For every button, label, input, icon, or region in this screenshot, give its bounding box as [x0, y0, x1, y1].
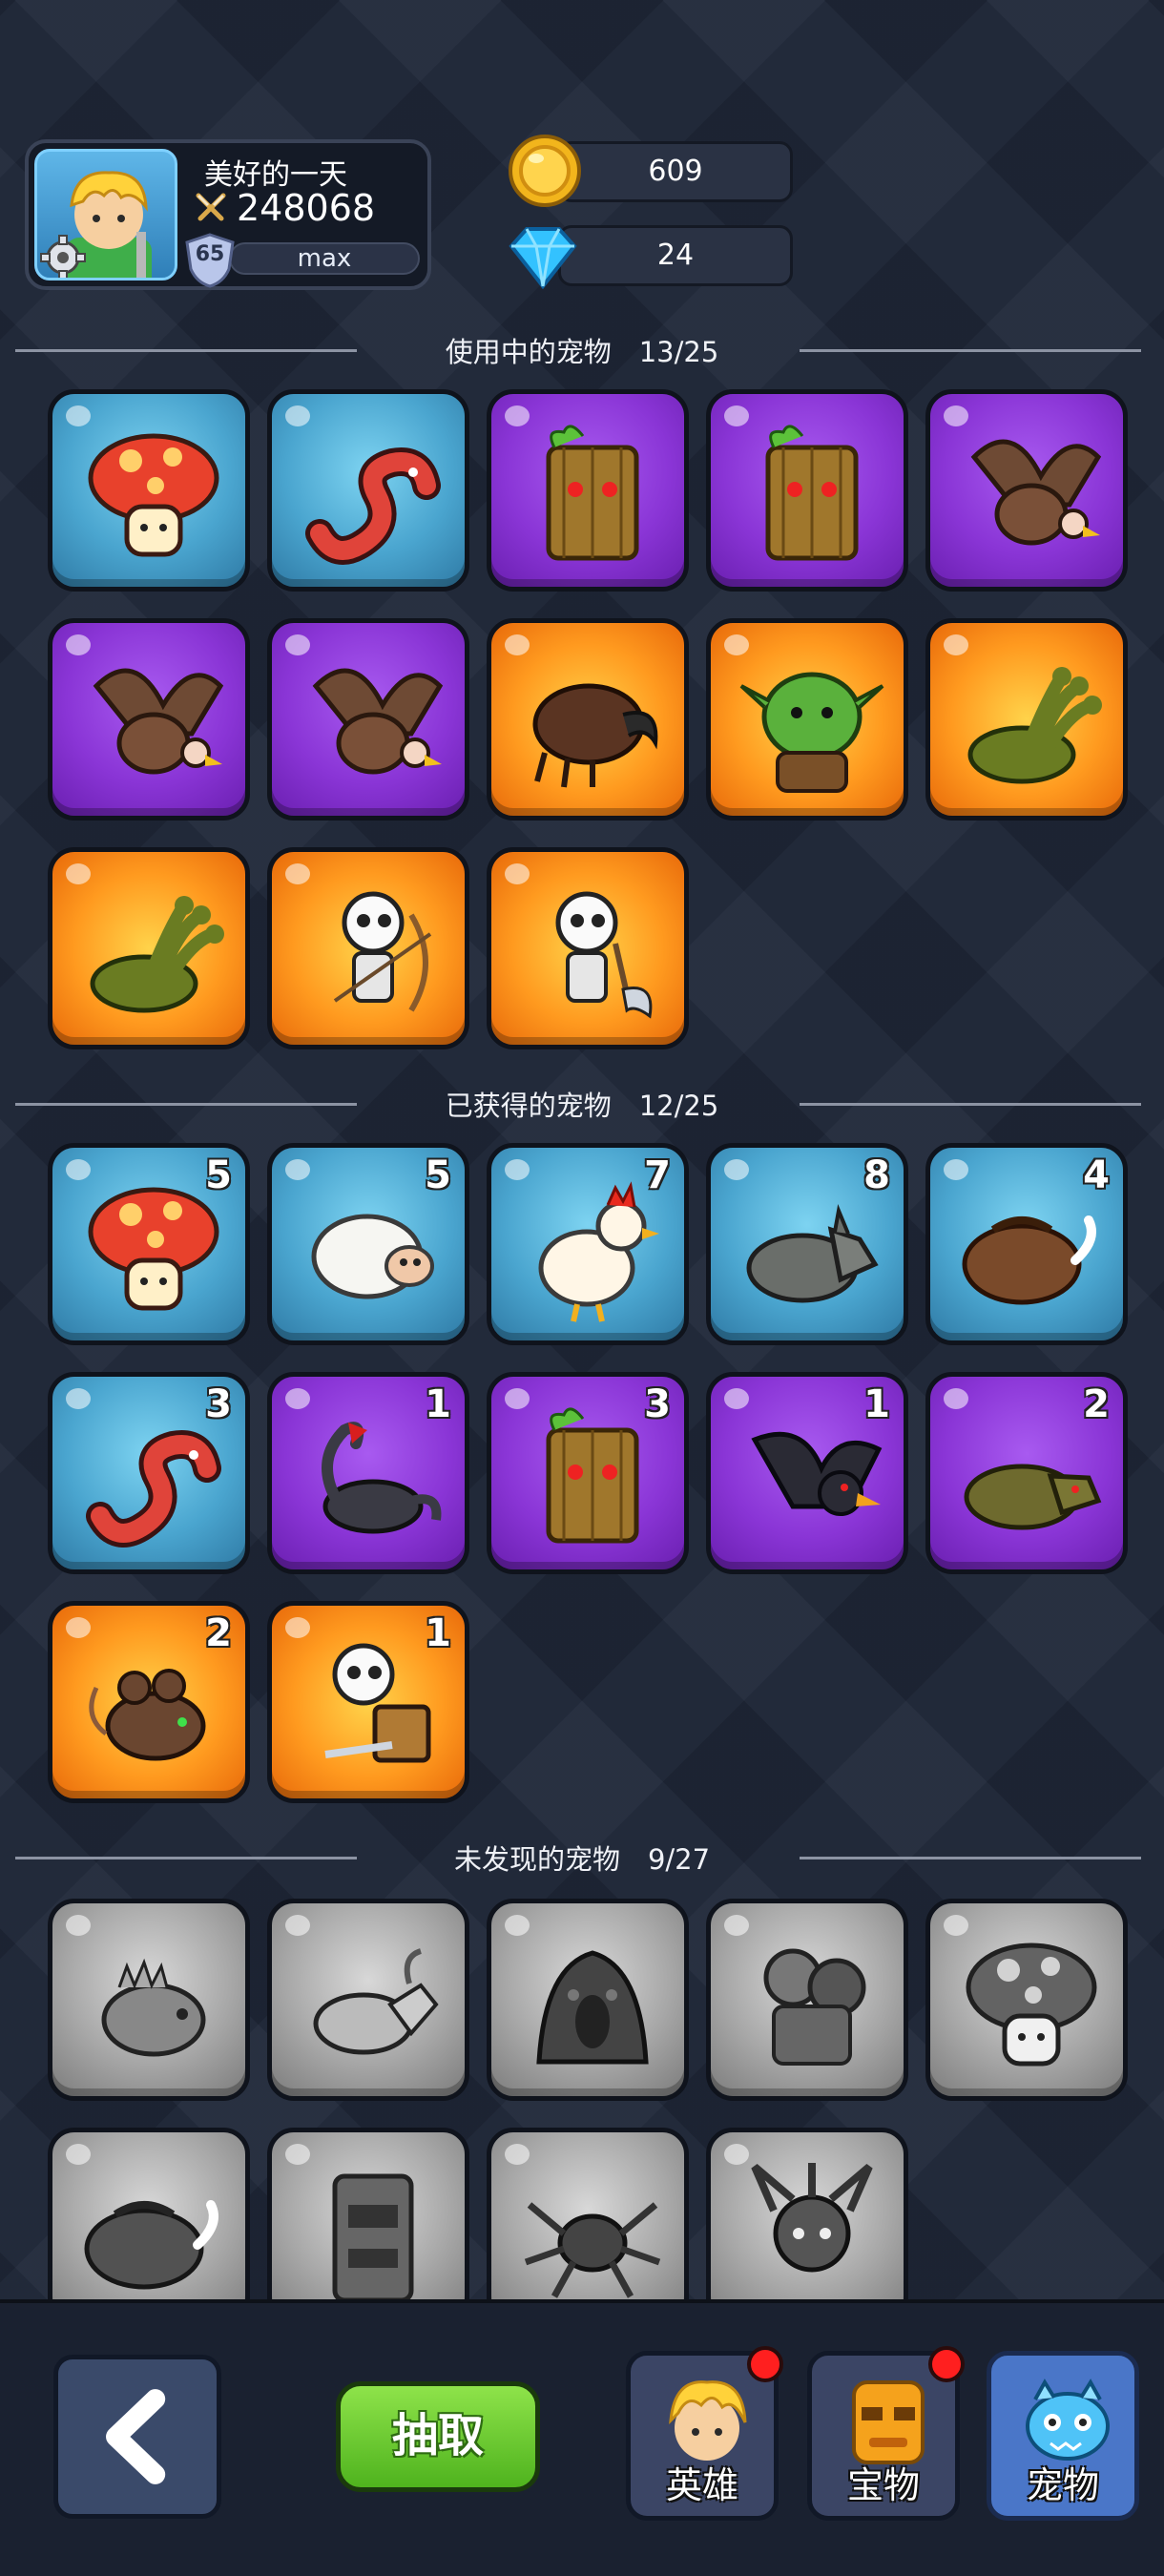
owned-section-header: 已获得的宠物 12/25 [0, 1084, 1164, 1126]
pet-count: 1 [863, 1382, 890, 1426]
gem-value: 24 [656, 239, 695, 272]
worm-icon [305, 447, 441, 565]
pet-tile[interactable]: 5 [267, 1143, 469, 1345]
treasure-notification-badge [928, 2346, 965, 2382]
pet-tile[interactable]: 1 [267, 1372, 469, 1574]
owned-title: 已获得的宠物 12/25 [445, 1090, 719, 1122]
pet-tile[interactable] [487, 847, 689, 1049]
boar-icon [84, 2200, 218, 2290]
pet-tile[interactable]: 7 [487, 1143, 689, 1345]
beetle-icon [532, 683, 658, 788]
gold-value: 609 [648, 155, 703, 188]
gold-coin-icon [509, 135, 581, 207]
spider-icon [524, 2202, 661, 2298]
gold-counter: 609 [558, 141, 793, 202]
nav-treasure-button[interactable]: 宝物 [807, 2346, 965, 2521]
player-profile-card[interactable]: 美好的一天 248068 max 65 [25, 139, 431, 290]
pet-tile[interactable] [925, 1899, 1128, 2101]
pet-tile[interactable] [48, 389, 250, 592]
pet-tile[interactable] [267, 618, 469, 821]
back-button[interactable] [53, 2355, 221, 2519]
in-use-section-header: 使用中的宠物 13/25 [0, 330, 1164, 372]
diamond-gem-icon [509, 227, 577, 290]
player-level: 65 [195, 242, 225, 266]
pet-count: 5 [425, 1153, 451, 1197]
pet-count: 4 [1083, 1153, 1110, 1197]
hero-avatar[interactable] [34, 149, 177, 280]
pet-tile[interactable] [48, 1899, 250, 2101]
pet-tile[interactable]: 3 [48, 1372, 250, 1574]
pet-tile[interactable] [925, 618, 1128, 821]
pet-count: 2 [205, 1611, 232, 1655]
pet-tile[interactable]: 4 [925, 1143, 1128, 1345]
pet-tile[interactable]: 1 [267, 1601, 469, 1803]
skeleton-axe-icon [555, 891, 653, 1019]
pet-tile[interactable]: 5 [48, 1143, 250, 1345]
pet-count: 3 [205, 1382, 232, 1426]
totem-icon [332, 2173, 414, 2303]
pet-tile[interactable] [48, 618, 250, 821]
pet-count: 1 [425, 1611, 451, 1655]
demon-icon [751, 2163, 873, 2273]
combat-power-row: 248068 [195, 187, 375, 229]
undiscovered-title: 未发现的宠物 9/27 [453, 1843, 711, 1876]
lizard-icon [101, 1958, 206, 2057]
pet-tile[interactable] [706, 389, 908, 592]
pet-tile[interactable] [487, 1899, 689, 2101]
vulture-icon [312, 668, 444, 775]
pet-tile[interactable]: 2 [48, 1601, 250, 1803]
crossed-swords-icon [196, 193, 226, 221]
treant-icon [765, 425, 859, 561]
exp-text: max [297, 244, 352, 273]
chevron-left-icon [106, 2389, 166, 2484]
nav-pets-button[interactable]: 宠物 [987, 2351, 1139, 2521]
vulture-icon [93, 668, 224, 775]
pet-tile[interactable] [487, 389, 689, 592]
vulture-icon [970, 439, 1102, 546]
exp-bar: max [229, 242, 420, 275]
nav-treasure-label: 宝物 [846, 2464, 920, 2506]
pet-count: 3 [644, 1382, 671, 1426]
goat-icon [313, 1948, 439, 2055]
draw-button[interactable]: 抽取 [336, 2381, 540, 2492]
treant-icon [546, 425, 639, 561]
nav-heroes-label: 英雄 [665, 2464, 738, 2506]
hero-notification-badge [747, 2346, 783, 2382]
slime-icon [536, 1950, 649, 2065]
nav-heroes-button[interactable]: 英雄 [626, 2346, 783, 2521]
pet-tile[interactable]: 1 [706, 1372, 908, 1574]
pet-tile[interactable] [925, 389, 1128, 592]
pet-tile[interactable] [487, 618, 689, 821]
pet-tile[interactable] [267, 1899, 469, 2101]
nav-pets-label: 宠物 [1026, 2464, 1099, 2506]
hydra-icon [967, 667, 1102, 784]
mushroom-icon [88, 433, 219, 557]
gem-counter: 24 [558, 225, 793, 286]
pet-count: 5 [205, 1153, 232, 1197]
undiscovered-section-header: 未发现的宠物 9/27 [0, 1838, 1164, 1880]
pet-tile[interactable]: 3 [487, 1372, 689, 1574]
pet-tile[interactable]: 2 [925, 1372, 1128, 1574]
pet-count: 7 [644, 1153, 671, 1197]
zombie-icon [763, 1948, 866, 2066]
in-use-title: 使用中的宠物 13/25 [445, 336, 719, 368]
pet-count: 8 [863, 1153, 890, 1197]
pet-tile[interactable] [706, 1899, 908, 2101]
pet-tile[interactable] [267, 847, 469, 1049]
settings-gear-icon[interactable] [39, 234, 87, 280]
mushroom-icon [966, 1942, 1097, 2067]
pet-tile[interactable] [706, 618, 908, 821]
pet-count: 1 [425, 1382, 451, 1426]
goblin-icon [739, 672, 884, 793]
hydra-icon [90, 896, 224, 1013]
combat-power-value: 248068 [237, 187, 376, 229]
pet-count: 2 [1083, 1382, 1110, 1426]
skeleton-archer-icon [333, 891, 432, 1012]
pet-tile[interactable] [267, 389, 469, 592]
pet-tile[interactable] [48, 847, 250, 1049]
pet-tile[interactable]: 8 [706, 1143, 908, 1345]
